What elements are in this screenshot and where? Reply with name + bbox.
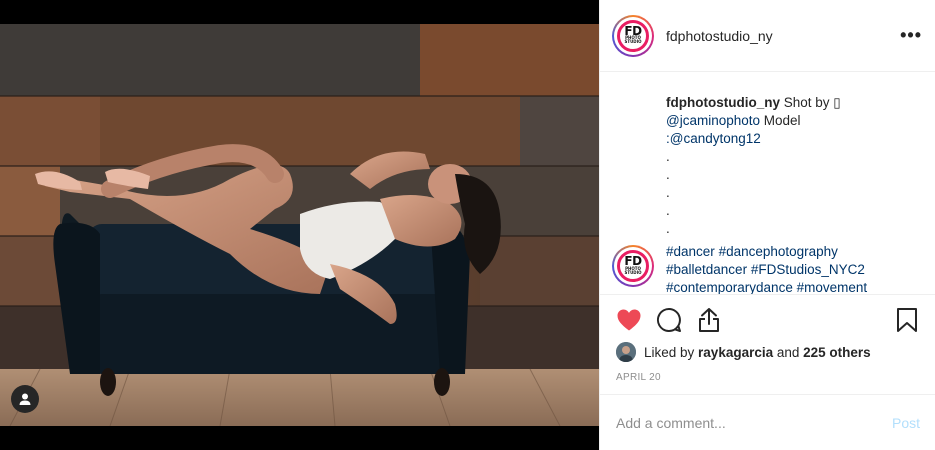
user-tag-icon — [18, 392, 32, 406]
comment-icon — [657, 307, 681, 332]
hashtag-link[interactable]: #movement — [797, 280, 868, 294]
avatar-inner: FD PHOTO STUDIO — [614, 247, 652, 285]
liker-username[interactable]: raykagarcia — [698, 345, 773, 360]
hashtag-link[interactable]: #balletdancer — [666, 262, 747, 277]
hashtag-link[interactable]: #dancer — [666, 244, 715, 259]
header-username[interactable]: fdphotostudio_ny — [666, 28, 900, 44]
comment-button[interactable] — [656, 307, 682, 333]
post-header: FD PHOTO STUDIO fdphotostudio_ny ••• — [600, 0, 935, 72]
caption-text-model: Model — [760, 113, 801, 128]
save-button[interactable] — [894, 307, 920, 333]
mention-photographer[interactable]: @jcaminophoto — [666, 113, 760, 128]
caption-dot: . — [666, 185, 670, 200]
hashtag-link[interactable]: #FDStudios_NYC2 — [751, 262, 865, 277]
bookmark-icon — [897, 307, 917, 332]
caption-dots: . . . . . — [666, 148, 920, 238]
caption-username[interactable]: fdphotostudio_ny — [666, 95, 780, 110]
photo-canvas — [0, 24, 599, 426]
mention-model[interactable]: :@candytong12 — [666, 131, 761, 146]
caption-text: Shot by — [779, 95, 834, 110]
post-comment-button[interactable]: Post — [892, 415, 920, 431]
caption-dot: . — [666, 149, 670, 164]
caption-dot: . — [666, 167, 670, 182]
post-photo[interactable] — [0, 0, 599, 450]
post-sidebar: FD PHOTO STUDIO fdphotostudio_ny ••• fdp… — [599, 0, 935, 450]
hashtag-link[interactable]: #dancephotography — [719, 244, 838, 259]
logo-text-small: PHOTO STUDIO — [624, 35, 642, 45]
logo-text-small: PHOTO STUDIO — [624, 265, 642, 275]
likes-count-link[interactable]: 225 others — [803, 345, 871, 360]
liked-by-middle: and — [773, 344, 804, 360]
caption: fdphotostudio_ny Shot by ▯ @jcaminophoto… — [612, 72, 920, 238]
comment-input[interactable] — [616, 414, 892, 431]
user-tag-button[interactable] — [11, 385, 39, 413]
hashtag-link[interactable]: #contemporarydance — [666, 280, 793, 294]
avatar-inner: FD PHOTO STUDIO — [614, 16, 652, 55]
caption-dot: . — [666, 221, 670, 236]
liker-avatar[interactable] — [616, 342, 636, 362]
caption-dot: . — [666, 203, 670, 218]
liked-by-text: Liked by raykagarcia and 225 others — [644, 345, 871, 360]
share-icon — [699, 307, 719, 332]
likes-summary: Liked by raykagarcia and 225 others — [616, 342, 871, 362]
fd-logo: FD PHOTO STUDIO — [617, 250, 649, 282]
caption-emoji: ▯ — [833, 95, 841, 110]
share-button[interactable] — [696, 307, 722, 333]
hashtag-comment: FD PHOTO STUDIO #dancer #dancephotograph… — [612, 243, 920, 294]
add-comment-bar: Post — [600, 394, 935, 450]
comments-section: fdphotostudio_ny Shot by ▯ @jcaminophoto… — [600, 72, 935, 294]
liked-by-prefix: Liked by — [644, 344, 699, 360]
dancer-photo-illustration — [0, 24, 599, 426]
avatar[interactable]: FD PHOTO STUDIO — [612, 14, 654, 57]
comment-avatar[interactable]: FD PHOTO STUDIO — [612, 245, 654, 287]
fd-logo: FD PHOTO STUDIO — [617, 19, 649, 52]
heart-icon — [617, 309, 641, 330]
action-bar — [600, 294, 935, 344]
more-options-button[interactable]: ••• — [900, 25, 922, 46]
instagram-post: FD PHOTO STUDIO fdphotostudio_ny ••• fdp… — [0, 0, 935, 450]
post-date[interactable]: APRIL 20 — [616, 372, 661, 383]
like-button[interactable] — [616, 307, 642, 333]
